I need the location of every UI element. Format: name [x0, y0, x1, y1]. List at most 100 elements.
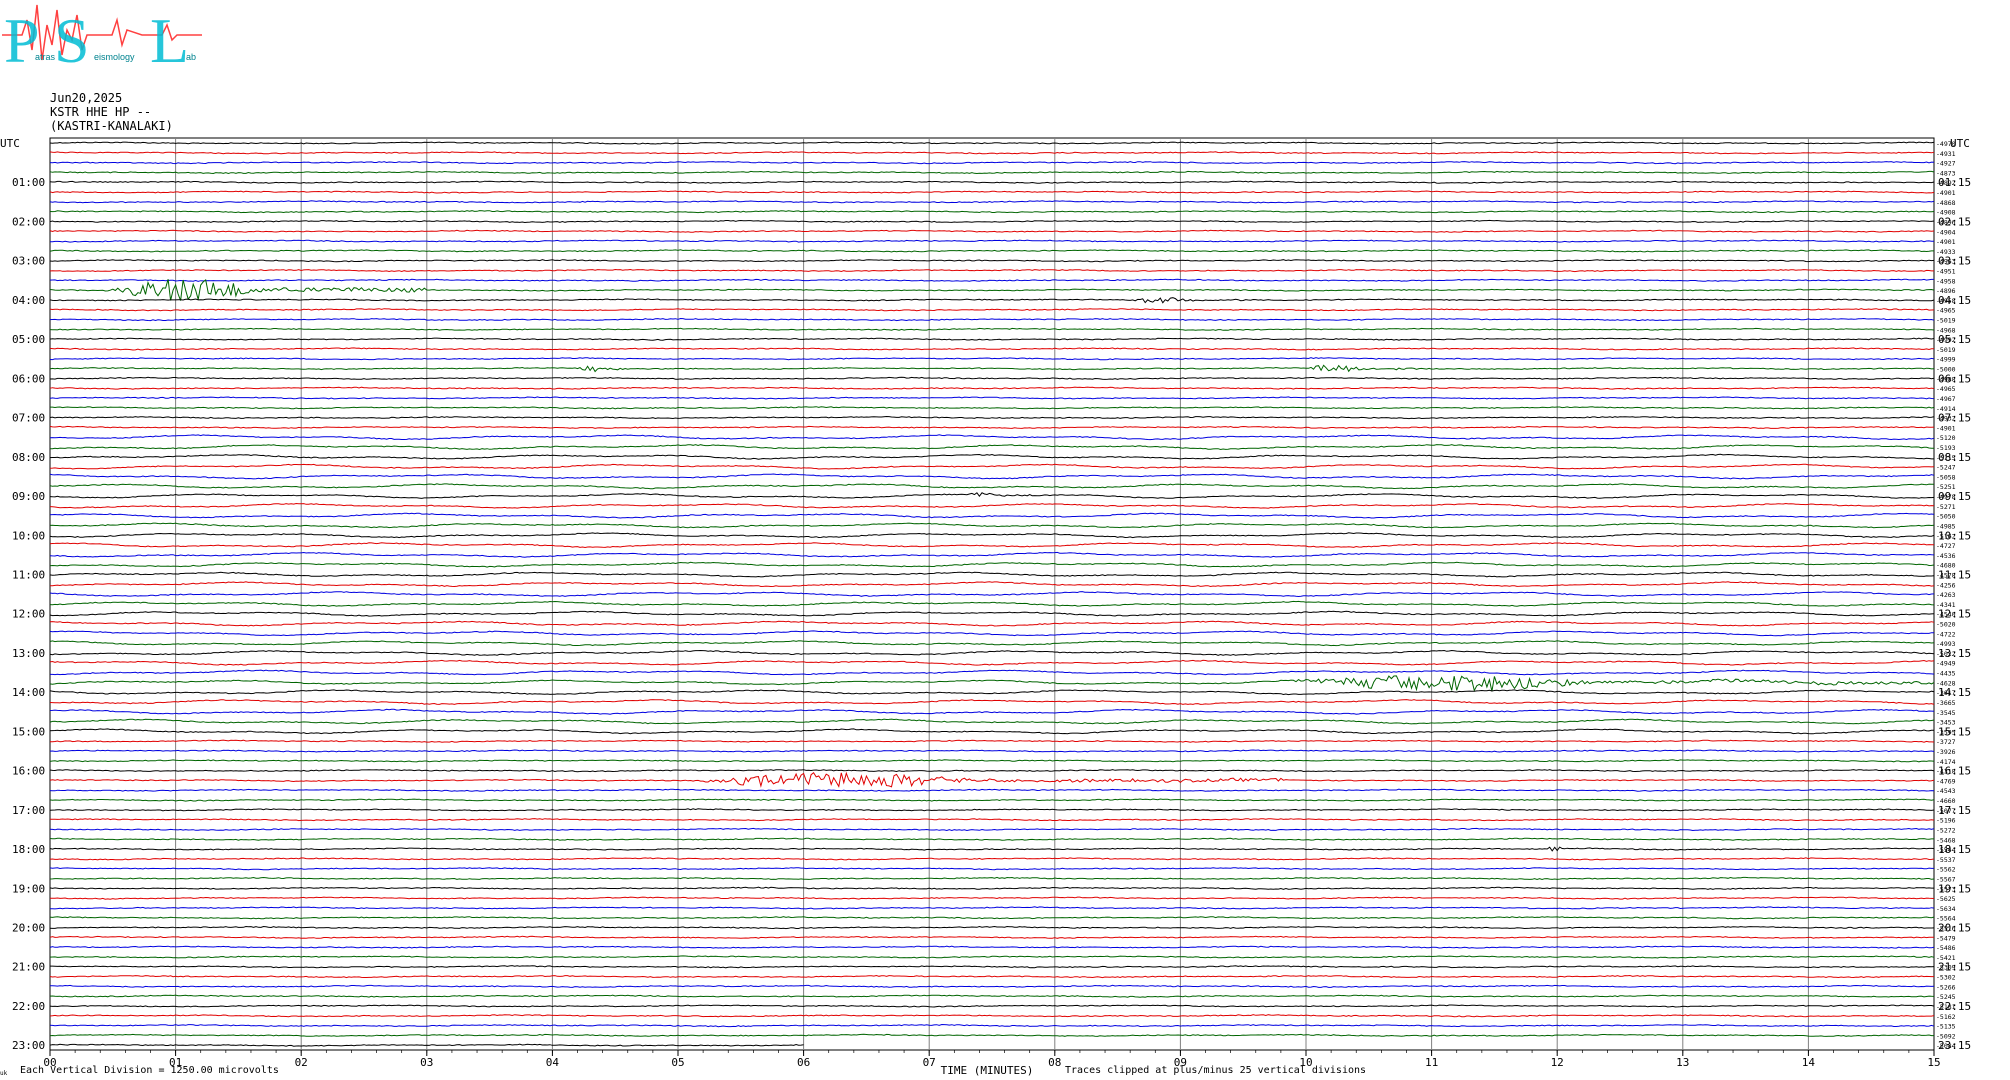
x-tick-label: 14: [1802, 1056, 1816, 1069]
seismic-trace: [49, 210, 1935, 214]
x-tick-label: 13: [1676, 1056, 1689, 1069]
seismic-trace: [49, 708, 1935, 715]
trace-mean-value: -5196: [1936, 817, 1956, 825]
trace-mean-value: -4722: [1936, 630, 1956, 638]
right-hour-label: 14:15: [1938, 686, 1971, 699]
seismic-trace: [49, 532, 1935, 539]
trace-mean-value: -4927: [1936, 160, 1956, 168]
trace-mean-value: -5272: [1936, 826, 1956, 834]
trace-mean-value: -4999: [1936, 356, 1956, 364]
seismic-trace: [50, 965, 1935, 969]
trace-mean-value: -4727: [1936, 542, 1956, 550]
seismic-trace: [49, 492, 1935, 499]
trace-mean-value: -3727: [1936, 738, 1956, 746]
right-hour-label: 06:15: [1938, 372, 1971, 385]
seismic-trace: [49, 308, 1935, 312]
trace-mean-value: -5120: [1936, 434, 1956, 442]
trace-mean-value: -4951: [1936, 267, 1956, 275]
seismic-trace: [49, 259, 1935, 263]
left-hour-label: 08:00: [12, 451, 45, 464]
x-tick-label: 07: [923, 1056, 936, 1069]
x-tick-label: 05: [671, 1056, 684, 1069]
seismic-trace: [49, 808, 1935, 812]
seismic-trace: [49, 396, 1935, 400]
seismic-trace: [50, 818, 1935, 822]
x-axis-title: TIME (MINUTES): [941, 1064, 1034, 1077]
trace-mean-value: -4901: [1936, 238, 1956, 246]
seismic-trace: [49, 788, 1935, 792]
seismic-trace: [49, 317, 1935, 322]
trace-mean-value: -5266: [1936, 983, 1956, 991]
trace-mean-value: -5019: [1936, 317, 1956, 325]
seismic-trace: [49, 337, 1935, 341]
trace-mean-value: -4949: [1936, 660, 1956, 668]
trace-mean-value: -3545: [1936, 709, 1956, 717]
trace-mean-value: -4536: [1936, 552, 1956, 560]
seismic-trace: [49, 699, 1935, 705]
seismic-trace: [49, 1023, 1935, 1028]
seismic-trace: [49, 190, 1935, 194]
seismic-trace: [49, 347, 1934, 351]
footer-corner-mark: uk: [0, 1070, 8, 1077]
seismic-trace: [49, 229, 1935, 233]
trace-mean-value: -4931: [1936, 150, 1956, 158]
right-hour-label: 08:15: [1938, 451, 1971, 464]
seismic-trace: [49, 571, 1935, 578]
right-hour-label: 23:15: [1938, 1039, 1971, 1052]
seismic-trace: [49, 249, 1934, 253]
seismic-trace: [50, 906, 1935, 910]
helicorder-plot: 00 01 02 03 04 05 06 07 08 09 10 11 12 13 14 15TIME (MI…: [0, 137, 1971, 1077]
trace-mean-value: -4970: [1936, 140, 1956, 148]
seismic-trace: [49, 749, 1935, 753]
seismic-trace: [50, 896, 1935, 900]
seismic-trace: [49, 219, 1935, 224]
seismic-trace: [49, 425, 1935, 429]
seismic-trace: [49, 561, 1935, 568]
seismic-trace: [49, 1014, 1935, 1018]
left-hour-label: 04:00: [12, 294, 45, 307]
trace-mean-value: -5019: [1936, 346, 1956, 354]
seismic-trace: [50, 581, 1935, 588]
seismic-trace: [49, 551, 1935, 558]
seismic-trace: [49, 1004, 1935, 1008]
seismic-trace: [49, 994, 1935, 998]
seismic-trace: [49, 769, 1935, 773]
x-tick-label: 06: [797, 1056, 810, 1069]
trace-mean-value: -5058: [1936, 473, 1956, 481]
seismic-trace: [49, 867, 1934, 871]
trace-mean-value: -4901: [1936, 189, 1956, 197]
x-tick-label: 08: [1048, 1056, 1061, 1069]
left-hour-label: 09:00: [12, 490, 45, 503]
plot-frame: [49, 137, 1935, 1051]
right-hour-label: 09:15: [1938, 490, 1971, 503]
right-hour-label: 05:15: [1938, 333, 1971, 346]
seismic-trace: [49, 327, 1935, 331]
right-hour-label: 17:15: [1938, 804, 1971, 817]
trace-mean-value: -3665: [1936, 699, 1956, 707]
seismic-trace: [49, 925, 1935, 930]
left-hour-label: 14:00: [12, 686, 45, 699]
seismic-trace: [49, 1033, 1934, 1037]
x-tick-label: 04: [546, 1056, 560, 1069]
trace-mean-value: -5302: [1936, 974, 1956, 982]
trace-mean-value: -5486: [1936, 944, 1956, 952]
right-hour-label: 10:15: [1938, 529, 1971, 542]
left-hour-label: 02:00: [12, 215, 45, 228]
left-hour-label: 03:00: [12, 255, 45, 268]
seismic-trace: [49, 415, 1935, 420]
x-tick-label: 02: [295, 1056, 308, 1069]
seismic-trace: [49, 161, 1935, 165]
footer-scale-note: Each Vertical Division = 1250.00 microvo…: [20, 1065, 279, 1076]
trace-mean-value: -5562: [1936, 866, 1956, 874]
left-hour-label: 16:00: [12, 765, 45, 778]
seismic-trace: [49, 463, 1935, 470]
left-hour-label: 10:00: [12, 529, 45, 542]
seismic-trace: [49, 728, 1934, 735]
seismic-trace: [49, 522, 1935, 529]
seismic-trace: [49, 483, 1935, 490]
seismic-trace: [49, 512, 1935, 519]
seismic-trace: [49, 297, 1935, 304]
seismic-trace: [49, 827, 1935, 832]
right-hour-label: 18:15: [1938, 843, 1971, 856]
seismic-trace: [49, 180, 1935, 184]
